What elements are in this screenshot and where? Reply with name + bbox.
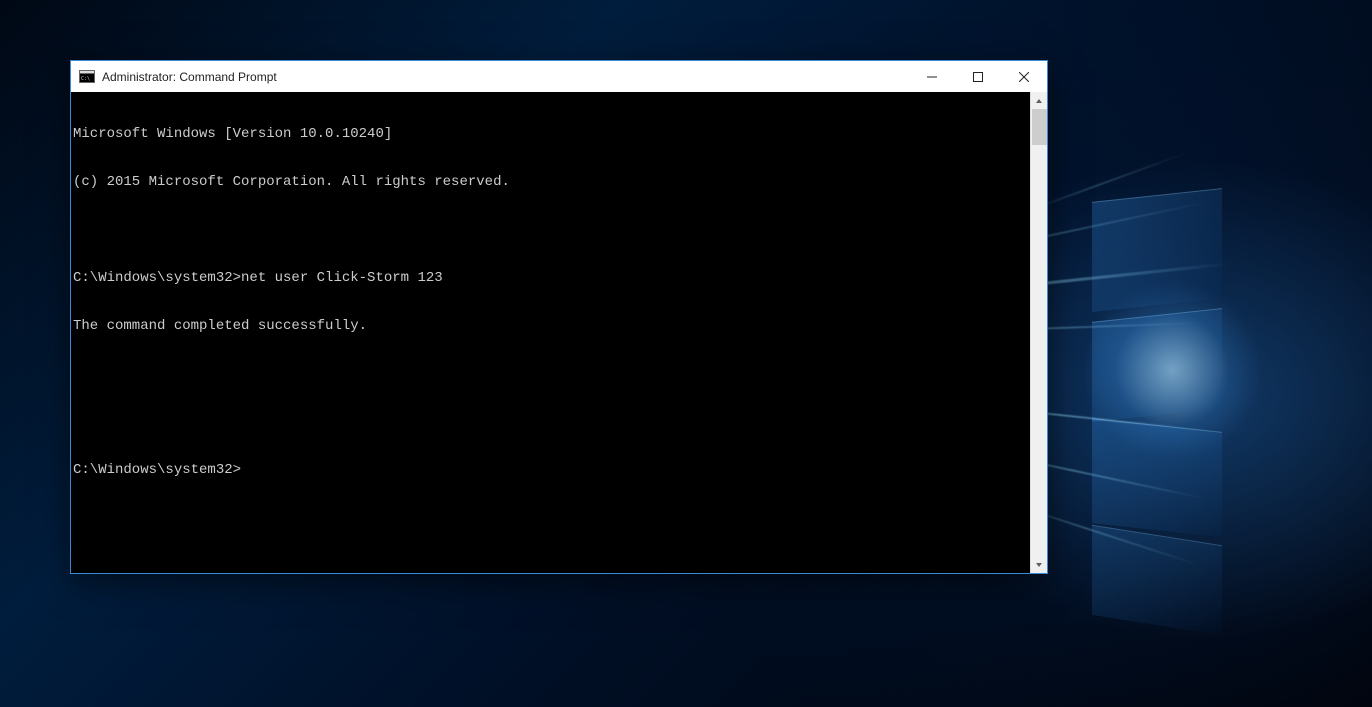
scroll-up-button[interactable] <box>1031 92 1047 109</box>
console-line: The command completed successfully. <box>73 318 1028 334</box>
close-button[interactable] <box>1001 61 1047 92</box>
console-line <box>73 366 1028 382</box>
console-line <box>73 222 1028 238</box>
console-line: C:\Windows\system32>net user Click-Storm… <box>73 270 1028 286</box>
console-area: Microsoft Windows [Version 10.0.10240] (… <box>71 92 1047 573</box>
console-output[interactable]: Microsoft Windows [Version 10.0.10240] (… <box>71 92 1030 573</box>
window-title: Administrator: Command Prompt <box>102 70 909 84</box>
svg-text:C:\: C:\ <box>81 76 90 82</box>
console-line <box>73 414 1028 430</box>
console-line: Microsoft Windows [Version 10.0.10240] <box>73 126 1028 142</box>
minimize-button[interactable] <box>909 61 955 92</box>
vertical-scrollbar[interactable] <box>1030 92 1047 573</box>
title-bar[interactable]: C:\ Administrator: Command Prompt <box>71 61 1047 92</box>
window-controls <box>909 61 1047 92</box>
maximize-button[interactable] <box>955 61 1001 92</box>
console-line: C:\Windows\system32> <box>73 462 1028 478</box>
scroll-down-button[interactable] <box>1031 556 1047 573</box>
command-prompt-window[interactable]: C:\ Administrator: Command Prompt Micros… <box>70 60 1048 574</box>
cmd-icon: C:\ <box>79 69 95 85</box>
scroll-thumb[interactable] <box>1032 109 1047 145</box>
console-line: (c) 2015 Microsoft Corporation. All righ… <box>73 174 1028 190</box>
